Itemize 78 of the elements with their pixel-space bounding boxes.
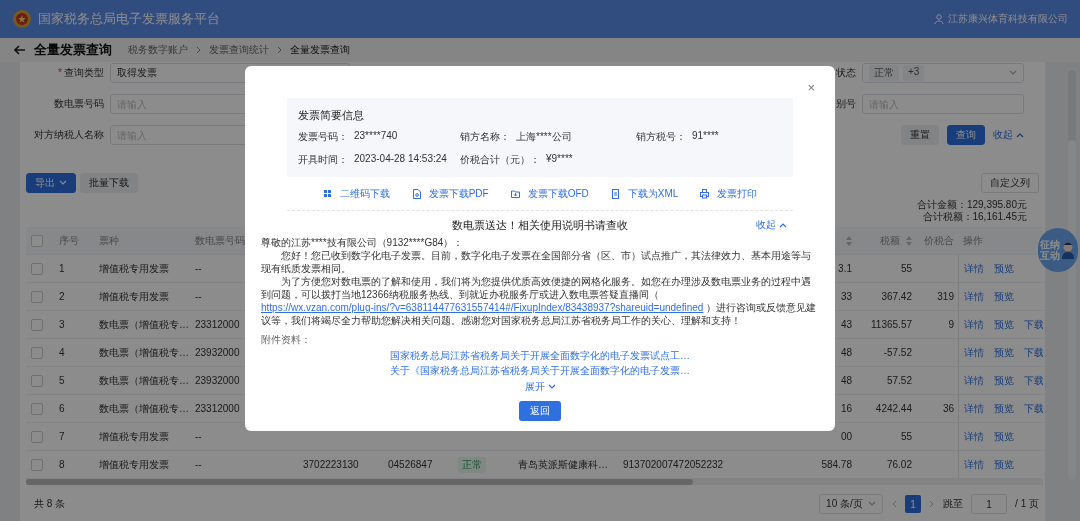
table-cell: 1 [59,263,65,274]
table-cell: 8 [59,459,65,470]
table-cell: 23932000 [195,347,240,358]
status-tag: 正常 [458,456,486,473]
table-cell: 2 [59,291,65,302]
notice-greeting: 尊敬的江苏****技有限公司（9132****G84）： [261,236,465,249]
table-cell: 57.52 [886,375,912,386]
page-title: 全量发票查询 [34,41,112,59]
table-cell: 6 [59,403,65,414]
field-value: 上海****公司 [516,130,572,144]
field-label: 发票号码： [298,130,348,144]
table-cell: 数电票（增值税专… [99,401,189,416]
table-cell: 43 [840,319,852,330]
table-cell: 55 [900,431,912,442]
table-cell: 584.78 [821,459,852,470]
summary-text: 合计税额：16,161.45元 [922,211,1027,223]
table-cell: 3.1 [838,263,852,274]
tag: 正常 [869,65,899,81]
table-cell: 367.42 [881,291,912,302]
table-cell: 增值税专用发票 [99,261,169,276]
summary-text: 合计金额：129,395.80元 [916,199,1027,211]
page-count: / 1 页 [1015,497,1039,511]
table-cell: 数电票（增值税专… [99,345,189,360]
total-count: 共 8 条 [34,497,66,511]
table-cell: 48 [840,375,852,386]
table-cell: 3702223130 [303,459,359,470]
table-cell: 4242.44 [875,403,912,414]
tag: +3 [903,65,925,81]
field-label: 状态 [836,67,856,78]
table-cell: 9 [948,319,954,330]
table-cell: 16 [840,403,852,414]
table-cell: 7 [59,431,65,442]
table-cell: 3 [59,319,65,330]
table-cell: -- [195,291,202,302]
table-cell: 00 [840,431,852,442]
table-cell: 增值税专用发票 [99,457,169,472]
table-cell: 数电票（增值税专… [99,317,189,332]
field-label: 开具时间： [298,153,348,167]
field-label: 销方税号： [636,130,686,144]
jump-label: 跳至 [943,497,964,511]
table-cell: 23932000 [195,375,240,386]
table-cell: 11365.57 [871,319,912,330]
field-label: 价税合计（元）： [460,153,540,167]
field-label: 销方名称： [460,130,510,144]
notice-paragraph: 为了方便您对数电票的了解和使用，我们将为您提供优质高效便捷的网格化服务。如您在办理涉及数电票业务的过程中遇到问题，可以拨打当地12366纳税服务热线、到就近办税服务厅或进入数电票答疑直播间（ https://wx.vzan.com/plug-ins/?v=638114477631557414#/FixupIndex/83438937?shareuid=undefined ）进行咨询或反馈意见建议等，我们将竭尽全力帮助您解决相关问题。感谢您对国家税务总局江苏省税务局工作的关心、理解和支持！ [261,275,818,327]
table-cell: 23312000 [195,403,240,414]
field-label: 数电票号码 [54,98,104,109]
field-value: 2023-04-28 14:53:24 [354,153,447,166]
table-cell: 23312000 [195,319,240,330]
site-title: 国家税务总局电子发票服务平台 [38,10,220,28]
table-cell: 48 [840,347,852,358]
table-cell: 36 [942,403,954,414]
table-cell: 04526847 [388,459,433,470]
field-label: 查询类型 [64,67,104,78]
notice-title: 数电票送达！相关使用说明书请查收 [452,218,628,233]
required-mark: * [58,67,62,78]
table-cell: -- [195,459,202,470]
table-cell: -- [195,263,202,274]
notice-paragraph: 您好！您已收到数字化电子发票。目前，数字化电子发票在全国部分省（区、市）试点推广，其法律效力、基本用途等与现有纸质发票相同。 [261,249,812,275]
field-value: 23****740 [354,130,398,143]
table-cell: 青岛英派斯健康科… [518,457,608,472]
table-cell: -- [195,431,202,442]
table-cell: 33 [840,291,852,302]
table-cell: 319 [937,291,954,302]
table-cell: 76.02 [886,459,912,470]
field-label: 别号 [836,98,856,109]
field-label: 对方纳税人名称 [34,129,104,140]
table-cell: 4 [59,347,65,358]
field-value: 91**** [692,130,719,143]
table-cell: 增值税专用发票 [99,289,169,304]
table-cell: 增值税专用发票 [99,429,169,444]
table-cell: 913702007472052232 [623,459,724,470]
table-cell: 5 [59,375,65,386]
table-cell: -57.52 [883,347,912,358]
attachments-label: 附件资料： [261,333,312,347]
table-cell: 55 [900,263,912,274]
field-value: ¥9**** [546,153,573,166]
table-cell: 数电票（增值税专… [99,373,189,388]
